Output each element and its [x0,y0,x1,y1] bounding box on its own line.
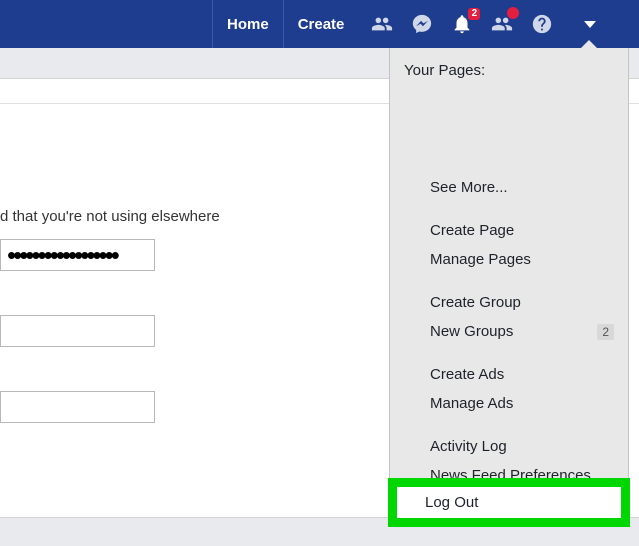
nav-links: Home Create [212,0,358,48]
dropdown-new-groups-label: New Groups [430,323,513,340]
dropdown-create-group[interactable]: Create Group [390,288,628,317]
messenger-icon[interactable] [410,12,434,36]
new-password-input[interactable] [0,315,155,347]
quicklinks-icon[interactable] [490,12,514,36]
dropdown-manage-ads[interactable]: Manage Ads [390,389,628,418]
current-password-input[interactable] [0,239,155,271]
dropdown-logout[interactable]: Log Out [397,487,621,518]
dropdown-your-pages-header: Your Pages: [390,48,628,85]
dropdown-see-more[interactable]: See More... [390,173,628,202]
dropdown-new-groups[interactable]: New Groups 2 [390,317,628,346]
friend-requests-icon[interactable] [370,12,394,36]
dropdown-create-ads[interactable]: Create Ads [390,360,628,389]
dropdown-create-page[interactable]: Create Page [390,216,628,245]
navbar: Home Create 2 [0,0,639,48]
logout-highlight: Log Out [388,478,630,527]
dropdown-activity-log[interactable]: Activity Log [390,432,628,461]
help-icon[interactable] [530,12,554,36]
new-groups-count-badge: 2 [597,324,614,340]
nav-home-link[interactable]: Home [212,0,283,48]
dropdown-manage-pages[interactable]: Manage Pages [390,245,628,274]
nav-icons: 2 [370,12,596,36]
nav-create-link[interactable]: Create [283,0,359,48]
account-dropdown: Your Pages: See More... Create Page Mana… [389,48,629,522]
notifications-icon[interactable]: 2 [450,12,474,36]
confirm-password-input[interactable] [0,391,155,423]
account-menu-caret-icon[interactable] [584,21,596,28]
quicklinks-badge [507,7,519,19]
notifications-badge: 2 [468,8,480,20]
